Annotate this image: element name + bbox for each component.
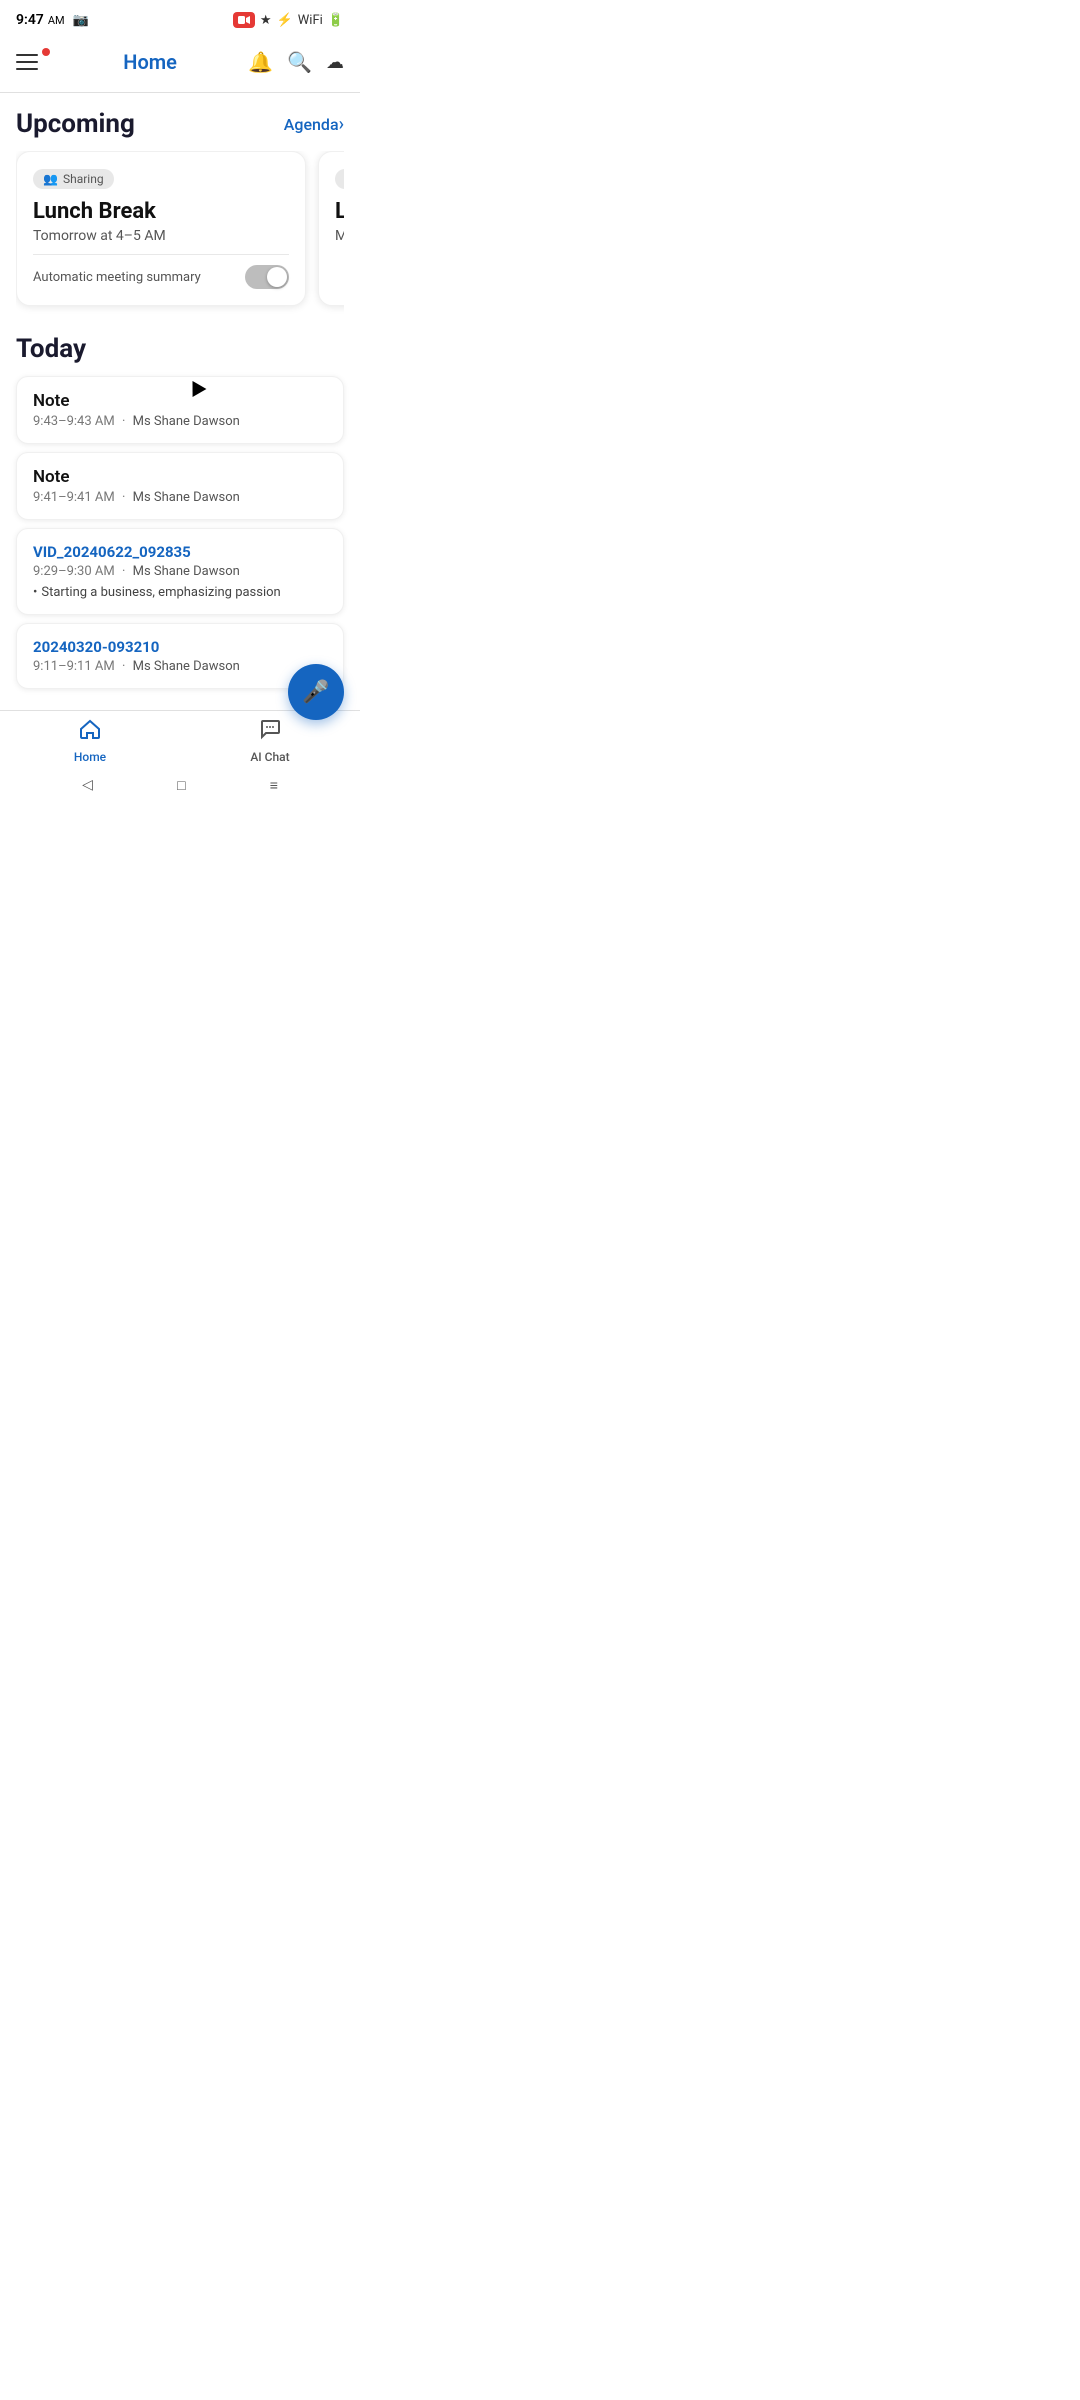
system-nav: ◁ □ ≡: [0, 770, 360, 800]
note-author-2: Ms Shane Dawson: [133, 490, 240, 505]
note-time-4: 9:11–9:11 AM: [33, 659, 115, 674]
upcoming-header: Upcoming Agenda: [16, 109, 344, 139]
note-author-4: Ms Shane Dawson: [133, 659, 240, 674]
menu-line-1: [16, 54, 38, 56]
toggle-thumb: [267, 267, 287, 287]
bluetooth-icon: ★: [260, 13, 272, 28]
note-title-1: Note: [33, 391, 327, 411]
upcoming-cards: 👥 Sharing Lunch Break Tomorrow at 4–5 AM…: [16, 151, 344, 314]
note-time-3: 9:29–9:30 AM: [33, 564, 115, 579]
record-fab[interactable]: 🎤: [288, 664, 344, 720]
nav-ai-chat-label: AI Chat: [250, 750, 289, 764]
upcoming-title: Upcoming: [16, 109, 135, 139]
today-item-2[interactable]: Note 9:41–9:41 AM · Ms Shane Dawson: [16, 452, 344, 520]
wifi-icon: WiFi: [298, 13, 323, 28]
note-time-2: 9:41–9:41 AM: [33, 490, 115, 505]
dot-2: ·: [122, 490, 125, 505]
event-card-1[interactable]: 👥 Sharing Lunch Break Tomorrow at 4–5 AM…: [16, 151, 306, 306]
note-title-2: Note: [33, 467, 327, 487]
sharing-badge-label: Sharing: [63, 172, 104, 186]
dot-1: ·: [122, 414, 125, 429]
bottom-nav: Home AI Chat: [0, 710, 360, 770]
search-icon[interactable]: 🔍: [287, 50, 312, 74]
notification-dot: [42, 48, 50, 56]
sharing-badge: 👥 Sharing: [33, 169, 114, 189]
today-item-3[interactable]: VID_20240622_092835 9:29–9:30 AM · Ms Sh…: [16, 528, 344, 615]
event-time-1: Tomorrow at 4–5 AM: [33, 228, 289, 244]
page-title: Home: [123, 50, 177, 74]
status-time: 9:47: [16, 12, 44, 28]
flash-icon: ⚡: [277, 13, 293, 28]
header-actions: 🔔 🔍 ☁: [248, 50, 344, 74]
sharing-badge-icon: 👥: [43, 172, 58, 186]
card-footer-1: Automatic meeting summary: [33, 265, 289, 289]
note-meta-3: 9:29–9:30 AM · Ms Shane Dawson: [33, 564, 327, 579]
bell-icon[interactable]: 🔔: [248, 50, 273, 74]
today-section: Today Note 9:43–9:43 AM · Ms Shane Dawso…: [0, 322, 360, 705]
home-button[interactable]: □: [177, 777, 185, 794]
event-name-1: Lunch Break: [33, 199, 289, 224]
header: Home 🔔 🔍 ☁: [0, 36, 360, 92]
back-button[interactable]: ◁: [82, 777, 93, 793]
nav-ai-chat[interactable]: AI Chat: [180, 711, 360, 770]
sharing-badge-2: 👥 Sho: [335, 169, 344, 189]
note-author-1: Ms Shane Dawson: [133, 414, 240, 429]
note-meta-4: 9:11–9:11 AM · Ms Shane Dawson: [33, 659, 327, 674]
recording-icon: [233, 12, 255, 28]
note-meta-1: 9:43–9:43 AM · Ms Shane Dawson: [33, 414, 327, 429]
status-ampm: AM: [48, 14, 65, 27]
menu-line-2: [16, 61, 38, 63]
video-call-icon: 📷: [73, 13, 89, 28]
chat-icon: [258, 717, 282, 747]
dot-3: ·: [122, 564, 125, 579]
card-divider-1: [33, 254, 289, 255]
today-item-1[interactable]: Note 9:43–9:43 AM · Ms Shane Dawson: [16, 376, 344, 444]
nav-home-label: Home: [74, 750, 106, 764]
recents-button[interactable]: ≡: [270, 777, 278, 794]
event-name-2: Lunc: [335, 199, 344, 224]
battery-icon: 🔋: [328, 13, 344, 28]
toggle-label-1: Automatic meeting summary: [33, 270, 201, 285]
microphone-icon: 🎤: [302, 680, 329, 705]
note-title-4: 20240320-093210: [33, 638, 327, 656]
bullet-dot: •: [33, 585, 37, 600]
event-time-2: Mon, J: [335, 228, 344, 244]
event-card-2-partial[interactable]: 👥 Sho Lunc Mon, J: [318, 151, 344, 306]
nav-home[interactable]: Home: [0, 711, 180, 770]
menu-line-3: [16, 68, 38, 70]
agenda-link[interactable]: Agenda: [284, 114, 344, 135]
dot-4: ·: [122, 659, 125, 674]
status-bar: 9:47 AM 📷 ★ ⚡ WiFi 🔋: [0, 0, 360, 36]
note-bullet-3: • Starting a business, emphasizing passi…: [33, 585, 327, 600]
menu-button[interactable]: [16, 44, 52, 80]
note-title-3: VID_20240622_092835: [33, 543, 327, 561]
note-meta-2: 9:41–9:41 AM · Ms Shane Dawson: [33, 490, 327, 505]
today-title: Today: [16, 334, 344, 364]
bullet-text-3: Starting a business, emphasizing passion: [41, 585, 280, 600]
status-icons: ★ ⚡ WiFi 🔋: [233, 12, 344, 28]
cloud-upload-icon[interactable]: ☁: [326, 52, 344, 73]
upcoming-section: Upcoming Agenda 👥 Sharing Lunch Break To…: [0, 93, 360, 322]
home-icon: [78, 717, 102, 747]
note-author-3: Ms Shane Dawson: [133, 564, 240, 579]
note-time-1: 9:43–9:43 AM: [33, 414, 115, 429]
meeting-summary-toggle[interactable]: [245, 265, 289, 289]
